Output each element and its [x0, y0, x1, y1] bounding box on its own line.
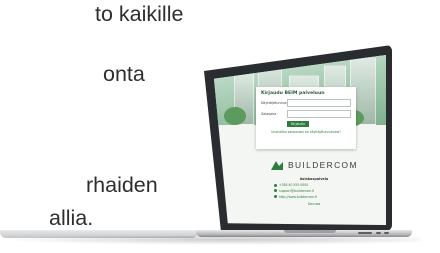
username-input[interactable]: [287, 99, 351, 107]
laptop: Kirjaudu BEIM palveluun Käyttäjätunnus S…: [0, 0, 440, 253]
login-title: Kirjaudu BEIM palveluun: [261, 91, 325, 96]
port-icon: [384, 232, 389, 234]
brand-logo-icon: [271, 161, 283, 170]
password-input[interactable]: [287, 110, 351, 118]
phone-text: +358 40 555 0000: [279, 183, 309, 187]
brand-name: BUILDERCOM: [288, 160, 358, 170]
laptop-shadow: [0, 236, 420, 245]
phone-icon: [274, 183, 277, 187]
contact-web[interactable]: http://www.buildercom.fi: [274, 195, 354, 199]
login-card: Kirjaudu BEIM palveluun Käyttäjätunnus S…: [256, 87, 356, 149]
laptop-display: Kirjaudu BEIM palveluun Käyttäjätunnus S…: [214, 55, 386, 225]
contact-phone[interactable]: +358 40 555 0000: [274, 183, 354, 187]
web-text: http://www.buildercom.fi: [279, 194, 318, 199]
brand: BUILDERCOM: [270, 159, 358, 171]
email-icon: [274, 189, 277, 193]
email-text: support@buildercom.fi: [279, 188, 315, 193]
contact-block: Asiakaspalvelu +358 40 555 0000 support@…: [274, 177, 354, 206]
web-icon: [274, 195, 277, 199]
port-icon: [358, 232, 372, 234]
port-icon: [376, 232, 381, 234]
laptop-hinge: [284, 230, 336, 233]
username-label: Käyttäjätunnus: [261, 101, 287, 105]
forgot-password-link[interactable]: Unohditko salasanasi tai käyttäjätunnuks…: [261, 130, 351, 134]
login-button[interactable]: Kirjaudu: [287, 121, 309, 127]
password-label: Salasana: [261, 112, 277, 116]
contact-email[interactable]: support@buildercom.fi: [274, 189, 354, 193]
contact-header: Asiakaspalvelu: [299, 177, 329, 181]
social-link[interactable]: Seuraa: [274, 202, 354, 206]
